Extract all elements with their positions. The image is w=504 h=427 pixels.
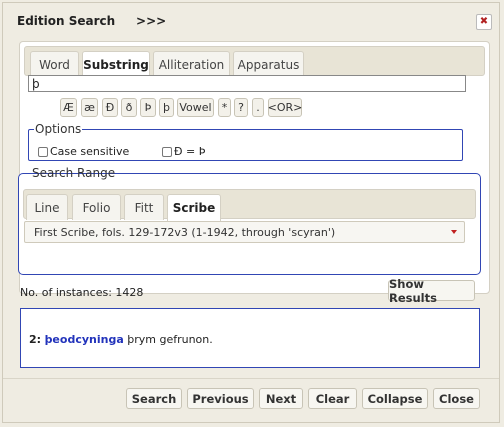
title-bar[interactable]: Edition Search >>> ✖ bbox=[3, 3, 499, 36]
char-button-ETH[interactable]: Ð bbox=[102, 98, 118, 117]
case-sensitive-checkbox[interactable]: Case sensitive bbox=[38, 145, 129, 158]
search-button[interactable]: Search bbox=[126, 388, 182, 409]
case-sensitive-box[interactable] bbox=[38, 146, 48, 157]
options-legend: Options bbox=[34, 122, 83, 136]
close-icon[interactable]: ✖ bbox=[476, 14, 492, 30]
tab-substring[interactable]: Substring bbox=[82, 51, 150, 78]
collapse-button[interactable]: Collapse bbox=[362, 388, 428, 409]
options-fieldset: Options Case sensitive Ð = Þ bbox=[28, 122, 463, 161]
eth-thorn-label: Ð = Þ bbox=[174, 145, 206, 158]
search-type-tabs: Word Substring Alliteration Apparatus bbox=[24, 46, 485, 78]
instance-count: No. of instances: 1428 bbox=[20, 286, 144, 299]
tab-fitt[interactable]: Fitt bbox=[124, 194, 164, 220]
next-button[interactable]: Next bbox=[259, 388, 303, 409]
result-item: 2: þeodcyninga þrym gefrunon. bbox=[29, 333, 213, 346]
footer-divider bbox=[3, 378, 499, 379]
tab-scribe[interactable]: Scribe bbox=[167, 194, 221, 221]
tab-line[interactable]: Line bbox=[26, 194, 68, 220]
result-number: 2: bbox=[29, 333, 42, 346]
search-range-legend: Search Range bbox=[32, 166, 116, 180]
tab-apparatus[interactable]: Apparatus bbox=[233, 51, 304, 77]
char-button-period[interactable]: . bbox=[252, 98, 264, 117]
case-sensitive-label: Case sensitive bbox=[50, 145, 130, 158]
char-button-or[interactable]: <OR> bbox=[268, 98, 302, 117]
clear-button[interactable]: Clear bbox=[308, 388, 357, 409]
previous-button[interactable]: Previous bbox=[187, 388, 254, 409]
tab-folio[interactable]: Folio bbox=[72, 194, 121, 220]
search-range-fieldset: Search Range Line Folio Fitt Scribe Firs… bbox=[18, 166, 481, 275]
char-button-asterisk[interactable]: * bbox=[218, 98, 231, 117]
char-button-ae[interactable]: æ bbox=[81, 98, 98, 117]
show-results-button[interactable]: Show Results bbox=[388, 277, 475, 305]
char-button-thorn[interactable]: þ bbox=[159, 98, 174, 117]
char-button-question[interactable]: ? bbox=[234, 98, 248, 117]
tab-word[interactable]: Word bbox=[30, 51, 79, 77]
eth-thorn-box[interactable] bbox=[162, 146, 172, 157]
close-button[interactable]: Close bbox=[433, 388, 480, 409]
scribe-select-value: First Scribe, fols. 129-172v3 (1-1942, t… bbox=[34, 225, 336, 239]
char-button-vowel[interactable]: Vowel bbox=[177, 98, 214, 117]
chevron-down-icon[interactable] bbox=[451, 230, 457, 234]
tab-alliteration[interactable]: Alliteration bbox=[153, 51, 230, 77]
char-button-eth[interactable]: ð bbox=[121, 98, 137, 117]
search-input[interactable] bbox=[28, 75, 466, 92]
edition-search-window: Edition Search >>> ✖ Word Substring Alli… bbox=[2, 2, 500, 423]
char-button-AE[interactable]: Æ bbox=[60, 98, 77, 117]
result-match-link[interactable]: þeodcyninga bbox=[45, 333, 124, 346]
result-text: þrym gefrunon. bbox=[123, 333, 213, 346]
search-range-tabs: Line Folio Fitt Scribe bbox=[23, 189, 476, 221]
char-button-THORN[interactable]: Þ bbox=[140, 98, 156, 117]
eth-thorn-checkbox[interactable]: Ð = Þ bbox=[162, 145, 205, 158]
scribe-select[interactable]: First Scribe, fols. 129-172v3 (1-1942, t… bbox=[24, 221, 465, 243]
window-title: Edition Search >>> bbox=[17, 14, 167, 28]
results-panel: 2: þeodcyninga þrym gefrunon. bbox=[20, 308, 480, 368]
